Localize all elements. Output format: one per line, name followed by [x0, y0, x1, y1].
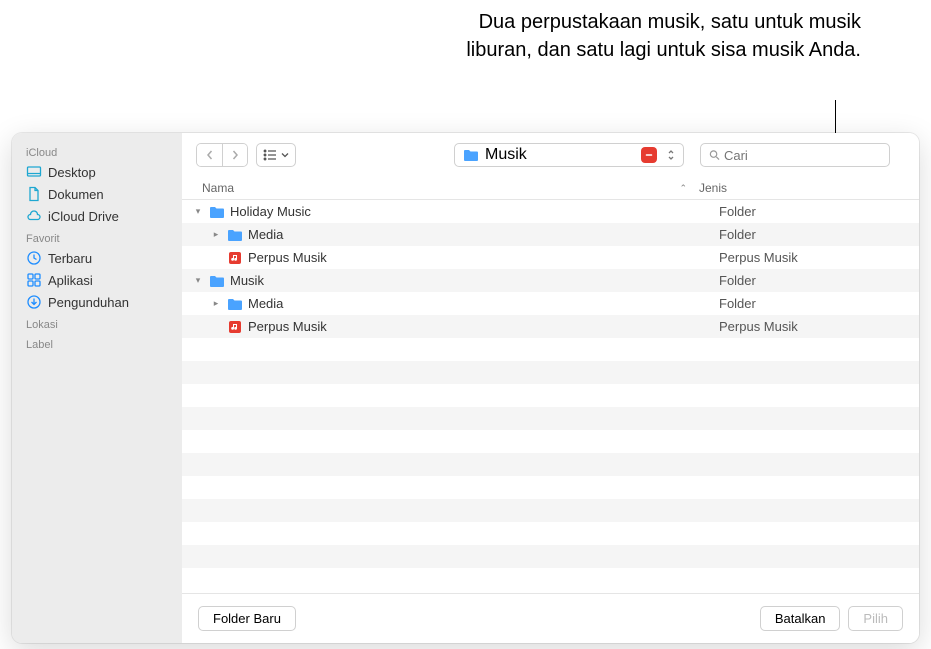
- table-row[interactable]: Perpus Musik Perpus Musik: [182, 246, 919, 269]
- folder-icon: [208, 273, 226, 289]
- file-kind: Perpus Musik: [719, 250, 919, 265]
- annotation-text: Dua perpustakaan musik, satu untuk musik…: [461, 8, 861, 64]
- folder-icon: [226, 296, 244, 312]
- file-name: Musik: [230, 273, 264, 288]
- sidebar-item-label: Desktop: [48, 165, 96, 180]
- sidebar-item-label: Aplikasi: [48, 273, 93, 288]
- location-label: Musik: [485, 146, 527, 164]
- sidebar-item-icloud-drive[interactable]: iCloud Drive: [12, 205, 182, 227]
- sidebar-section-tags: Label: [12, 333, 182, 353]
- folder-icon: [463, 148, 479, 162]
- file-name: Holiday Music: [230, 204, 311, 219]
- file-kind: Folder: [719, 204, 919, 219]
- file-name: Media: [248, 227, 283, 242]
- nav-back-button[interactable]: [197, 144, 222, 166]
- search-input[interactable]: [724, 148, 881, 163]
- updown-chevron-icon: [667, 149, 675, 161]
- appgrid-icon: [26, 272, 42, 288]
- clock-icon: [26, 250, 42, 266]
- cloud-icon: [26, 208, 42, 224]
- table-row[interactable]: ▸ Media Folder: [182, 292, 919, 315]
- choose-button[interactable]: Pilih: [848, 606, 903, 631]
- toolbar: Musik: [182, 133, 919, 177]
- folder-icon: [208, 204, 226, 220]
- sidebar-item-recents[interactable]: Terbaru: [12, 247, 182, 269]
- sidebar-item-applications[interactable]: Aplikasi: [12, 269, 182, 291]
- sidebar: iCloud Desktop Dokumen iCloud Drive Favo…: [12, 133, 182, 643]
- table-row[interactable]: ▾ Holiday Music Folder: [182, 200, 919, 223]
- sidebar-item-label: Pengunduhan: [48, 295, 129, 310]
- table-row[interactable]: ▾ Musik Folder: [182, 269, 919, 292]
- file-kind: Folder: [719, 296, 919, 311]
- sidebar-item-label: iCloud Drive: [48, 209, 119, 224]
- file-kind: Folder: [719, 273, 919, 288]
- new-folder-button[interactable]: Folder Baru: [198, 606, 296, 631]
- sidebar-item-label: Terbaru: [48, 251, 92, 266]
- file-kind: Folder: [719, 227, 919, 242]
- sort-chevron-icon: ⌃: [679, 183, 687, 194]
- sidebar-item-downloads[interactable]: Pengunduhan: [12, 291, 182, 313]
- minus-circle-icon: [645, 151, 653, 159]
- file-name: Perpus Musik: [248, 250, 327, 265]
- desktop-icon: [26, 164, 42, 180]
- column-header-kind[interactable]: Jenis: [699, 181, 899, 195]
- disclosure-triangle[interactable]: ▾: [192, 206, 204, 217]
- column-headers: Nama ⌃ Jenis: [182, 177, 919, 200]
- sidebar-section-locations: Lokasi: [12, 313, 182, 333]
- document-icon: [26, 186, 42, 202]
- cancel-button[interactable]: Batalkan: [760, 606, 841, 631]
- chevron-left-icon: [205, 150, 215, 160]
- file-list[interactable]: ▾ Holiday Music Folder ▸ Media Fold: [182, 200, 919, 593]
- main-pane: Musik Nama ⌃ Jenis: [182, 133, 919, 643]
- sidebar-section-icloud: iCloud: [12, 141, 182, 161]
- file-kind: Perpus Musik: [719, 319, 919, 334]
- table-row[interactable]: Perpus Musik Perpus Musik: [182, 315, 919, 338]
- sidebar-item-documents[interactable]: Dokumen: [12, 183, 182, 205]
- column-header-name[interactable]: Nama ⌃: [202, 181, 699, 195]
- nav-button-group: [196, 143, 248, 167]
- clear-location-badge[interactable]: [641, 147, 657, 163]
- search-field[interactable]: [700, 143, 890, 167]
- disclosure-triangle[interactable]: ▸: [210, 298, 222, 309]
- empty-rows: [182, 338, 919, 568]
- nav-forward-button[interactable]: [222, 144, 247, 166]
- location-popup[interactable]: Musik: [454, 143, 684, 167]
- disclosure-triangle[interactable]: ▸: [210, 229, 222, 240]
- sidebar-section-favorites: Favorit: [12, 227, 182, 247]
- open-dialog-window: iCloud Desktop Dokumen iCloud Drive Favo…: [12, 133, 919, 643]
- list-view-icon: [263, 149, 277, 161]
- chevron-down-icon: [281, 151, 289, 159]
- footer: Folder Baru Batalkan Pilih: [182, 593, 919, 643]
- table-row[interactable]: ▸ Media Folder: [182, 223, 919, 246]
- sidebar-item-desktop[interactable]: Desktop: [12, 161, 182, 183]
- search-icon: [709, 149, 720, 161]
- disclosure-triangle[interactable]: ▾: [192, 275, 204, 286]
- sidebar-item-label: Dokumen: [48, 187, 104, 202]
- music-library-icon: [226, 250, 244, 266]
- chevron-right-icon: [230, 150, 240, 160]
- download-icon: [26, 294, 42, 310]
- file-name: Perpus Musik: [248, 319, 327, 334]
- file-name: Media: [248, 296, 283, 311]
- column-header-kind-label: Jenis: [699, 181, 727, 195]
- column-header-name-label: Nama: [202, 181, 234, 195]
- folder-icon: [226, 227, 244, 243]
- view-mode-select[interactable]: [256, 143, 296, 167]
- music-library-icon: [226, 319, 244, 335]
